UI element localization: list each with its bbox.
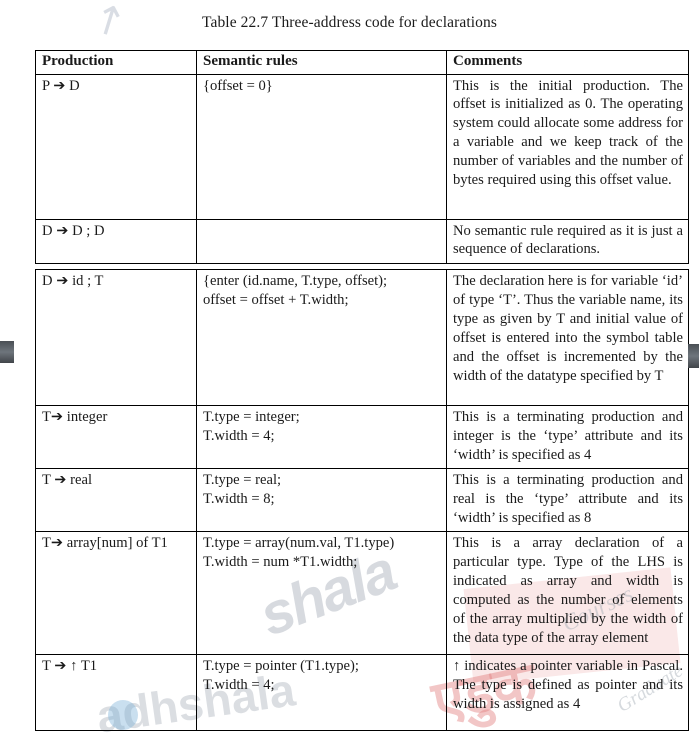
table-row: T ➔ real T.type = real; T.width = 8; Thi… — [35, 467, 689, 532]
cell-semantic-rules: {enter (id.name, T.type, offset); offset… — [196, 269, 447, 406]
cell-production: T ➔ real — [35, 467, 197, 532]
cell-semantic-rules: T.type = real; T.width = 8; — [196, 467, 447, 532]
cell-comments: The declaration here is for variable ‘id… — [446, 269, 689, 406]
table-row: T➔ integer T.type = integer; T.width = 4… — [35, 405, 689, 469]
cell-comments: This is a terminating production and rea… — [446, 467, 689, 532]
table-row: T➔ array[num] of T1 T.type = array(num.v… — [35, 530, 689, 655]
declarations-table-part-2: D ➔ id ; T {enter (id.name, T.type, offs… — [35, 269, 689, 731]
cell-comments: This is the initial production. The offs… — [446, 73, 689, 220]
column-header-production: Production — [35, 50, 197, 75]
cell-semantic-rules: T.type = array(num.val, T1.type) T.width… — [196, 530, 447, 655]
cell-semantic-rules — [196, 218, 447, 264]
cell-comments: ↑ indicates a pointer variable in Pascal… — [446, 653, 689, 731]
table-caption: Table 22.7 Three-address code for declar… — [201, 14, 498, 31]
column-header-comments: Comments — [446, 50, 689, 75]
column-header-semantic-rules: Semantic rules — [196, 50, 447, 75]
table-header-row: Production Semantic rules Comments — [35, 50, 689, 75]
cell-production: P ➔ D — [35, 73, 197, 220]
cell-production: T ➔ ↑ T1 — [35, 653, 197, 731]
cell-comments: This is a array declaration of a particu… — [446, 530, 689, 655]
cell-production: D ➔ D ; D — [35, 218, 197, 264]
cell-comments: This is a terminating production and int… — [446, 405, 689, 469]
cell-comments: No semantic rule required as it is just … — [446, 218, 689, 264]
cell-production: T➔ array[num] of T1 — [35, 530, 197, 655]
page-edge-marker-left[interactable] — [0, 341, 14, 363]
cell-production: D ➔ id ; T — [35, 269, 197, 406]
cell-semantic-rules: T.type = integer; T.width = 4; — [196, 405, 447, 469]
page-edge-marker-right[interactable] — [688, 344, 699, 368]
cell-production: T➔ integer — [35, 405, 197, 469]
table-row: T ➔ ↑ T1 T.type = pointer (T1.type); T.w… — [35, 653, 689, 731]
table-row: P ➔ D {offset = 0} This is the initial p… — [35, 73, 689, 220]
declarations-table-part-1: Production Semantic rules Comments P ➔ D… — [35, 50, 689, 264]
table-row: D ➔ D ; D No semantic rule required as i… — [35, 218, 689, 264]
cell-semantic-rules: {offset = 0} — [196, 73, 447, 220]
document-page: ↗ shala adhshala एडुक Courses Graduate T… — [0, 0, 699, 750]
cell-semantic-rules: T.type = pointer (T1.type); T.width = 4; — [196, 653, 447, 731]
table-row: D ➔ id ; T {enter (id.name, T.type, offs… — [35, 269, 689, 406]
